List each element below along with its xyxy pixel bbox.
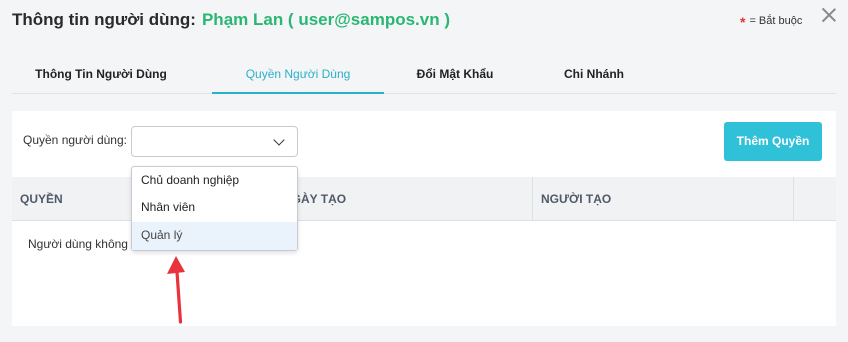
role-dropdown-menu: Chủ doanh nghiệp Nhân viên Quản lý	[131, 166, 298, 251]
add-role-button[interactable]: Thêm Quyền	[724, 122, 822, 161]
column-header-created-by[interactable]: NGƯỜI TẠO	[532, 177, 793, 221]
annotation-arrow-icon	[167, 256, 185, 324]
tab-bar: Thông Tin Người Dùng Quyền Người Dùng Đổ…	[12, 60, 836, 94]
tab-user-info[interactable]: Thông Tin Người Dùng	[12, 60, 190, 94]
tab-user-roles[interactable]: Quyền Người Dùng	[212, 60, 384, 94]
role-option-business-owner[interactable]: Chủ doanh nghiệp	[132, 167, 297, 194]
modal-header: Thông tin người dùng : Phạm Lan ( user@s…	[12, 10, 450, 34]
chevron-down-icon	[273, 134, 285, 146]
tab-change-password[interactable]: Đổi Mật Khẩu	[394, 60, 516, 94]
role-option-employee[interactable]: Nhân viên	[132, 194, 297, 221]
user-name-email: Phạm Lan ( user@sampos.vn )	[201, 10, 450, 29]
required-star-icon: *	[740, 14, 746, 30]
close-icon[interactable]	[819, 5, 839, 25]
title-colon: :	[190, 10, 196, 29]
user-info-modal: Thông tin người dùng : Phạm Lan ( user@s…	[0, 0, 848, 342]
role-filter-label: Quyền người dùng:	[23, 133, 127, 147]
required-legend: * = Bắt buộc	[740, 13, 803, 30]
column-header-actions	[793, 177, 836, 221]
modal-title: Thông tin người dùng	[12, 10, 191, 29]
role-option-manager[interactable]: Quản lý	[132, 222, 297, 250]
required-note: = Bắt buộc	[749, 15, 803, 27]
role-select[interactable]	[131, 126, 298, 157]
tab-branches[interactable]: Chi Nhánh	[534, 60, 654, 94]
column-header-created-date[interactable]: NGÀY TẠO	[274, 177, 532, 221]
